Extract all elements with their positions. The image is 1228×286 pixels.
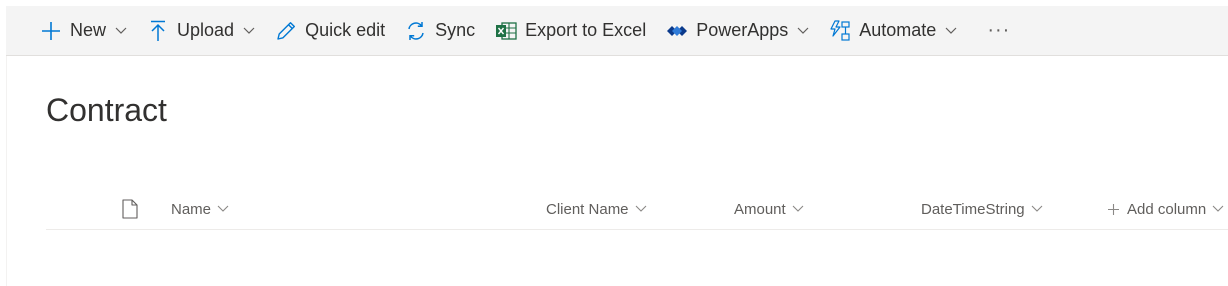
excel-icon (495, 20, 517, 42)
export-to-excel-button[interactable]: Export to Excel (489, 11, 652, 51)
document-type-icon[interactable] (122, 199, 138, 219)
quick-edit-button[interactable]: Quick edit (269, 11, 391, 51)
plus-icon (1108, 203, 1119, 215)
chevron-down-icon (1031, 205, 1043, 213)
column-header-amount[interactable]: Amount (734, 188, 804, 230)
column-header-client-name[interactable]: Client Name (546, 188, 647, 230)
export-label: Export to Excel (525, 20, 647, 40)
powerapps-button[interactable]: PowerApps (660, 11, 815, 51)
column-datetime-label: DateTimeString (921, 200, 1025, 218)
plus-icon (40, 20, 62, 42)
command-bar: New Upload Quick edit Sync Export to Exc… (6, 6, 1228, 56)
add-column-label: Add column (1127, 200, 1207, 218)
list-header-row: Name Client Name Amount DateTimeString A… (46, 188, 1228, 230)
column-client-name-label: Client Name (546, 200, 629, 218)
column-header-name[interactable]: Name (171, 188, 229, 230)
column-name-label: Name (171, 200, 212, 218)
upload-button[interactable]: Upload (141, 11, 261, 51)
new-button[interactable]: New (34, 11, 133, 51)
automate-label: Automate (859, 20, 937, 40)
chevron-down-icon (635, 205, 647, 213)
chevron-down-icon (115, 27, 127, 35)
new-label: New (70, 20, 107, 40)
sync-label: Sync (435, 20, 476, 40)
pencil-icon (275, 20, 297, 42)
upload-icon (147, 20, 169, 42)
upload-label: Upload (177, 20, 235, 40)
chevron-down-icon (792, 205, 804, 213)
chevron-down-icon (797, 27, 809, 35)
chevron-down-icon (1212, 205, 1224, 213)
chevron-down-icon (243, 27, 255, 35)
sync-icon (405, 20, 427, 42)
powerapps-icon (666, 20, 688, 42)
chevron-down-icon (217, 205, 229, 213)
column-amount-label: Amount (734, 200, 786, 218)
quick-edit-label: Quick edit (305, 20, 386, 40)
column-header-datetimestring[interactable]: DateTimeString (921, 188, 1043, 230)
automate-button[interactable]: Automate (823, 11, 963, 51)
chevron-down-icon (945, 27, 957, 35)
automate-icon (829, 19, 851, 42)
more-options-button[interactable]: ··· (979, 11, 1018, 51)
page-divider (6, 56, 7, 286)
sync-button[interactable]: Sync (399, 11, 481, 51)
page-title: Contract (46, 92, 167, 128)
powerapps-label: PowerApps (696, 20, 789, 40)
add-column-button[interactable]: Add column (1108, 188, 1224, 230)
